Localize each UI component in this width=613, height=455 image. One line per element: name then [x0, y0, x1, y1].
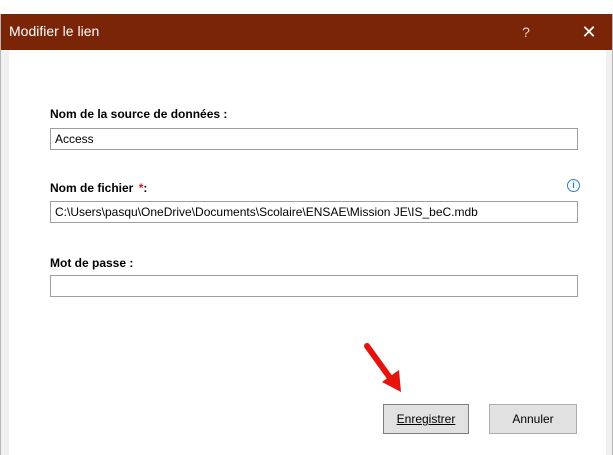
save-button-label: Enregistrer: [396, 412, 456, 426]
source-name-label: Nom de la source de données :: [50, 107, 228, 121]
file-name-label-colon: :: [143, 181, 148, 195]
info-icon[interactable]: i: [567, 179, 580, 192]
cancel-button[interactable]: Annuler: [489, 404, 577, 434]
file-name-input[interactable]: C:\Users\pasqu\OneDrive\Documents\Scolai…: [50, 201, 578, 223]
file-name-label-text: Nom de fichier: [50, 181, 134, 195]
dialog-body: Nom de la source de données : Access Nom…: [9, 50, 606, 455]
dialog-titlebar[interactable]: Modifier le lien ? ✕: [1, 14, 612, 50]
password-label: Mot de passe :: [50, 256, 134, 270]
red-arrow-annotation: [364, 343, 401, 392]
dialog-title: Modifier le lien: [9, 23, 100, 39]
source-name-input[interactable]: Access: [50, 128, 578, 150]
close-button[interactable]: ✕: [571, 14, 607, 50]
password-input[interactable]: [50, 275, 578, 297]
save-button[interactable]: Enregistrer: [383, 404, 469, 434]
file-name-label: Nom de fichier *:: [50, 181, 147, 195]
help-button[interactable]: ?: [511, 14, 541, 50]
modify-link-dialog: Modifier le lien ? ✕ Nom de la source de…: [0, 14, 613, 455]
